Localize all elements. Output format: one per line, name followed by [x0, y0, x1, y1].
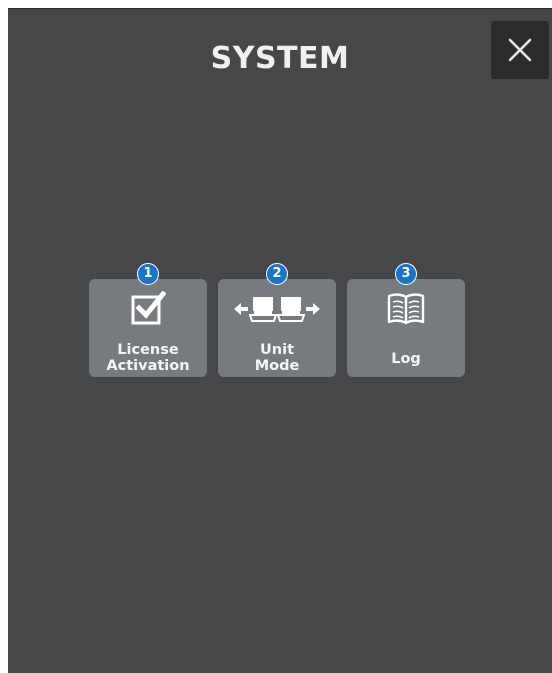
- page-title: SYSTEM: [210, 41, 350, 76]
- close-icon: [508, 38, 532, 62]
- license-activation-label-line1: License: [117, 342, 179, 358]
- unit-mode-icon: [218, 291, 336, 327]
- system-panel: SYSTEM License Activation Unit Mode Log …: [8, 8, 552, 673]
- book-icon: [347, 291, 465, 325]
- log-button[interactable]: Log: [347, 279, 465, 377]
- unit-mode-label-line2: Mode: [254, 358, 300, 374]
- unit-mode-button[interactable]: Unit Mode: [218, 279, 336, 377]
- unit-mode-label-line1: Unit: [260, 342, 294, 358]
- license-activation-button[interactable]: License Activation: [89, 279, 207, 377]
- license-activation-label-line2: Activation: [106, 358, 190, 374]
- close-button[interactable]: [491, 21, 549, 79]
- log-label: Log: [391, 351, 421, 367]
- callout-badge-1: 1: [137, 263, 159, 285]
- callout-badge-2: 2: [266, 263, 288, 285]
- checkbox-check-icon: [89, 291, 207, 325]
- callout-badge-3: 3: [395, 263, 417, 285]
